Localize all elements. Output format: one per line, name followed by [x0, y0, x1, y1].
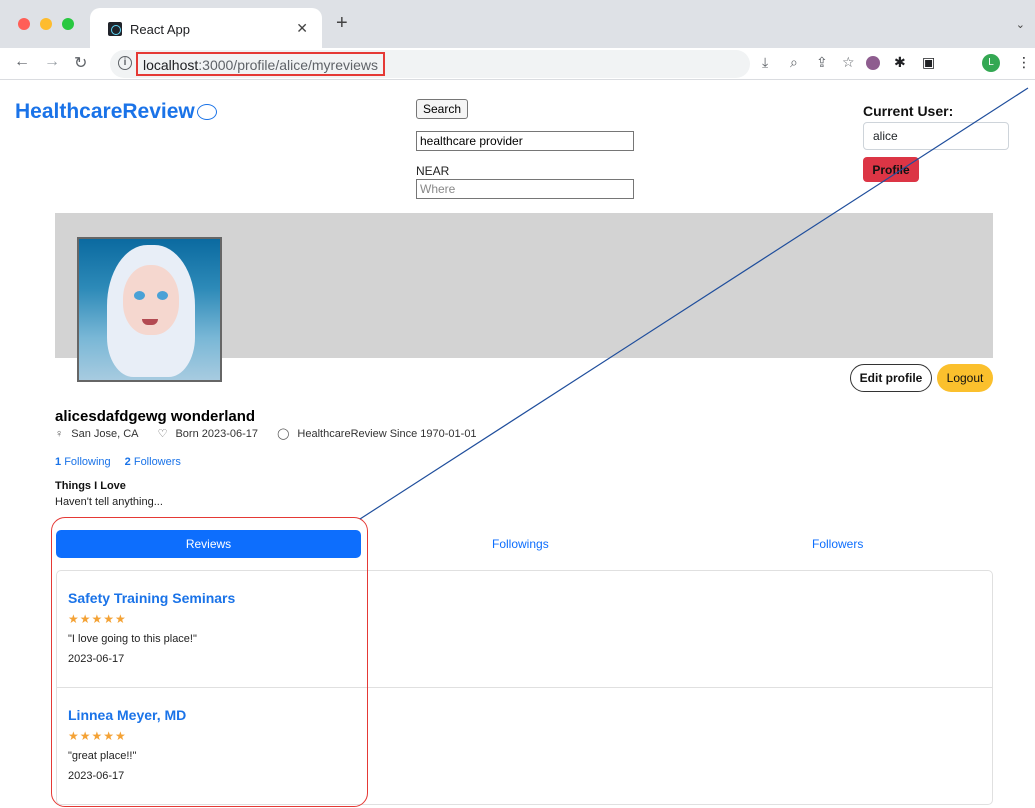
- close-window-button[interactable]: [18, 18, 30, 30]
- brand-logo[interactable]: HealthcareReview: [15, 100, 217, 124]
- profile-location: San Jose, CA: [71, 428, 139, 440]
- side-panel-icon[interactable]: ▣: [922, 54, 935, 71]
- tab-search-chevron-icon[interactable]: ⌄: [1016, 18, 1025, 31]
- zoom-icon[interactable]: ⌕: [790, 54, 798, 71]
- tab-title: React App: [130, 22, 190, 37]
- minimize-window-button[interactable]: [40, 18, 52, 30]
- logout-button[interactable]: Logout: [937, 364, 993, 392]
- maximize-window-button[interactable]: [62, 18, 74, 30]
- share-icon[interactable]: ⇪: [816, 54, 828, 71]
- tab-followers[interactable]: Followers: [812, 537, 863, 551]
- heart-icon: ♡: [157, 428, 168, 440]
- things-i-love-heading: Things I Love: [55, 480, 126, 492]
- url-highlight: localhost:3000/profile/alice/myreviews: [136, 52, 386, 76]
- edit-profile-button[interactable]: Edit profile: [850, 364, 932, 392]
- browser-tab-strip: React App ✕ + ⌄: [0, 0, 1035, 48]
- extension-icon[interactable]: [866, 56, 880, 70]
- site-info-icon[interactable]: i: [118, 56, 132, 70]
- chat-bubble-icon: ◯: [277, 428, 290, 440]
- address-bar[interactable]: i localhost:3000/profile/alice/myreviews: [110, 50, 750, 78]
- close-tab-icon[interactable]: ✕: [296, 20, 308, 37]
- forward-arrow-icon[interactable]: →: [44, 53, 60, 71]
- search-button[interactable]: Search: [416, 99, 469, 119]
- chat-bubble-icon: [196, 104, 217, 120]
- bookmark-star-icon[interactable]: ☆: [842, 54, 855, 71]
- browser-menu-icon[interactable]: ⋮: [1017, 54, 1031, 71]
- profile-button[interactable]: Profile: [863, 157, 919, 182]
- browser-tab[interactable]: React App ✕: [90, 8, 322, 48]
- react-favicon-icon: [108, 22, 122, 36]
- install-app-icon[interactable]: ⤓: [762, 54, 768, 71]
- profile-meta: ♀ San Jose, CA ♡ Born 2023-06-17 ◯ Healthca…: [55, 427, 493, 440]
- profile-born: Born 2023-06-17: [175, 428, 259, 440]
- annotation-highlight-box: [51, 517, 368, 807]
- followers-link[interactable]: 2 Followers: [125, 456, 181, 468]
- browser-toolbar: ← → ↻ i localhost:3000/profile/alice/myr…: [0, 48, 1035, 80]
- current-user-input[interactable]: [863, 122, 1009, 150]
- browser-profile-avatar[interactable]: L: [982, 54, 1000, 72]
- profile-since: HealthcareReview Since 1970-01-01: [297, 428, 477, 440]
- near-label: NEAR: [416, 164, 450, 178]
- search-input[interactable]: [416, 131, 634, 151]
- things-i-love-text: Haven't tell anything...: [55, 496, 163, 508]
- avatar-eye: [157, 291, 168, 300]
- follow-stats: 1 Following 2 Followers: [55, 456, 181, 468]
- new-tab-icon[interactable]: +: [336, 13, 348, 33]
- brand-name: HealthcareReview: [15, 100, 195, 123]
- reload-icon[interactable]: ↻: [74, 53, 87, 73]
- profile-name: alicesdafdgewg wonderland: [55, 408, 256, 425]
- back-arrow-icon[interactable]: ←: [14, 53, 30, 71]
- near-input[interactable]: [416, 179, 634, 199]
- person-icon: ♀: [55, 428, 64, 440]
- extensions-puzzle-icon[interactable]: ✱: [894, 54, 906, 71]
- avatar: [77, 237, 222, 382]
- avatar-eye: [134, 291, 145, 300]
- current-user-label: Current User:: [863, 103, 954, 119]
- tab-followings[interactable]: Followings: [492, 537, 549, 551]
- url-path: :3000/profile/alice/myreviews: [198, 57, 379, 73]
- following-link[interactable]: 1 Following: [55, 456, 111, 468]
- url-host: localhost: [143, 57, 199, 73]
